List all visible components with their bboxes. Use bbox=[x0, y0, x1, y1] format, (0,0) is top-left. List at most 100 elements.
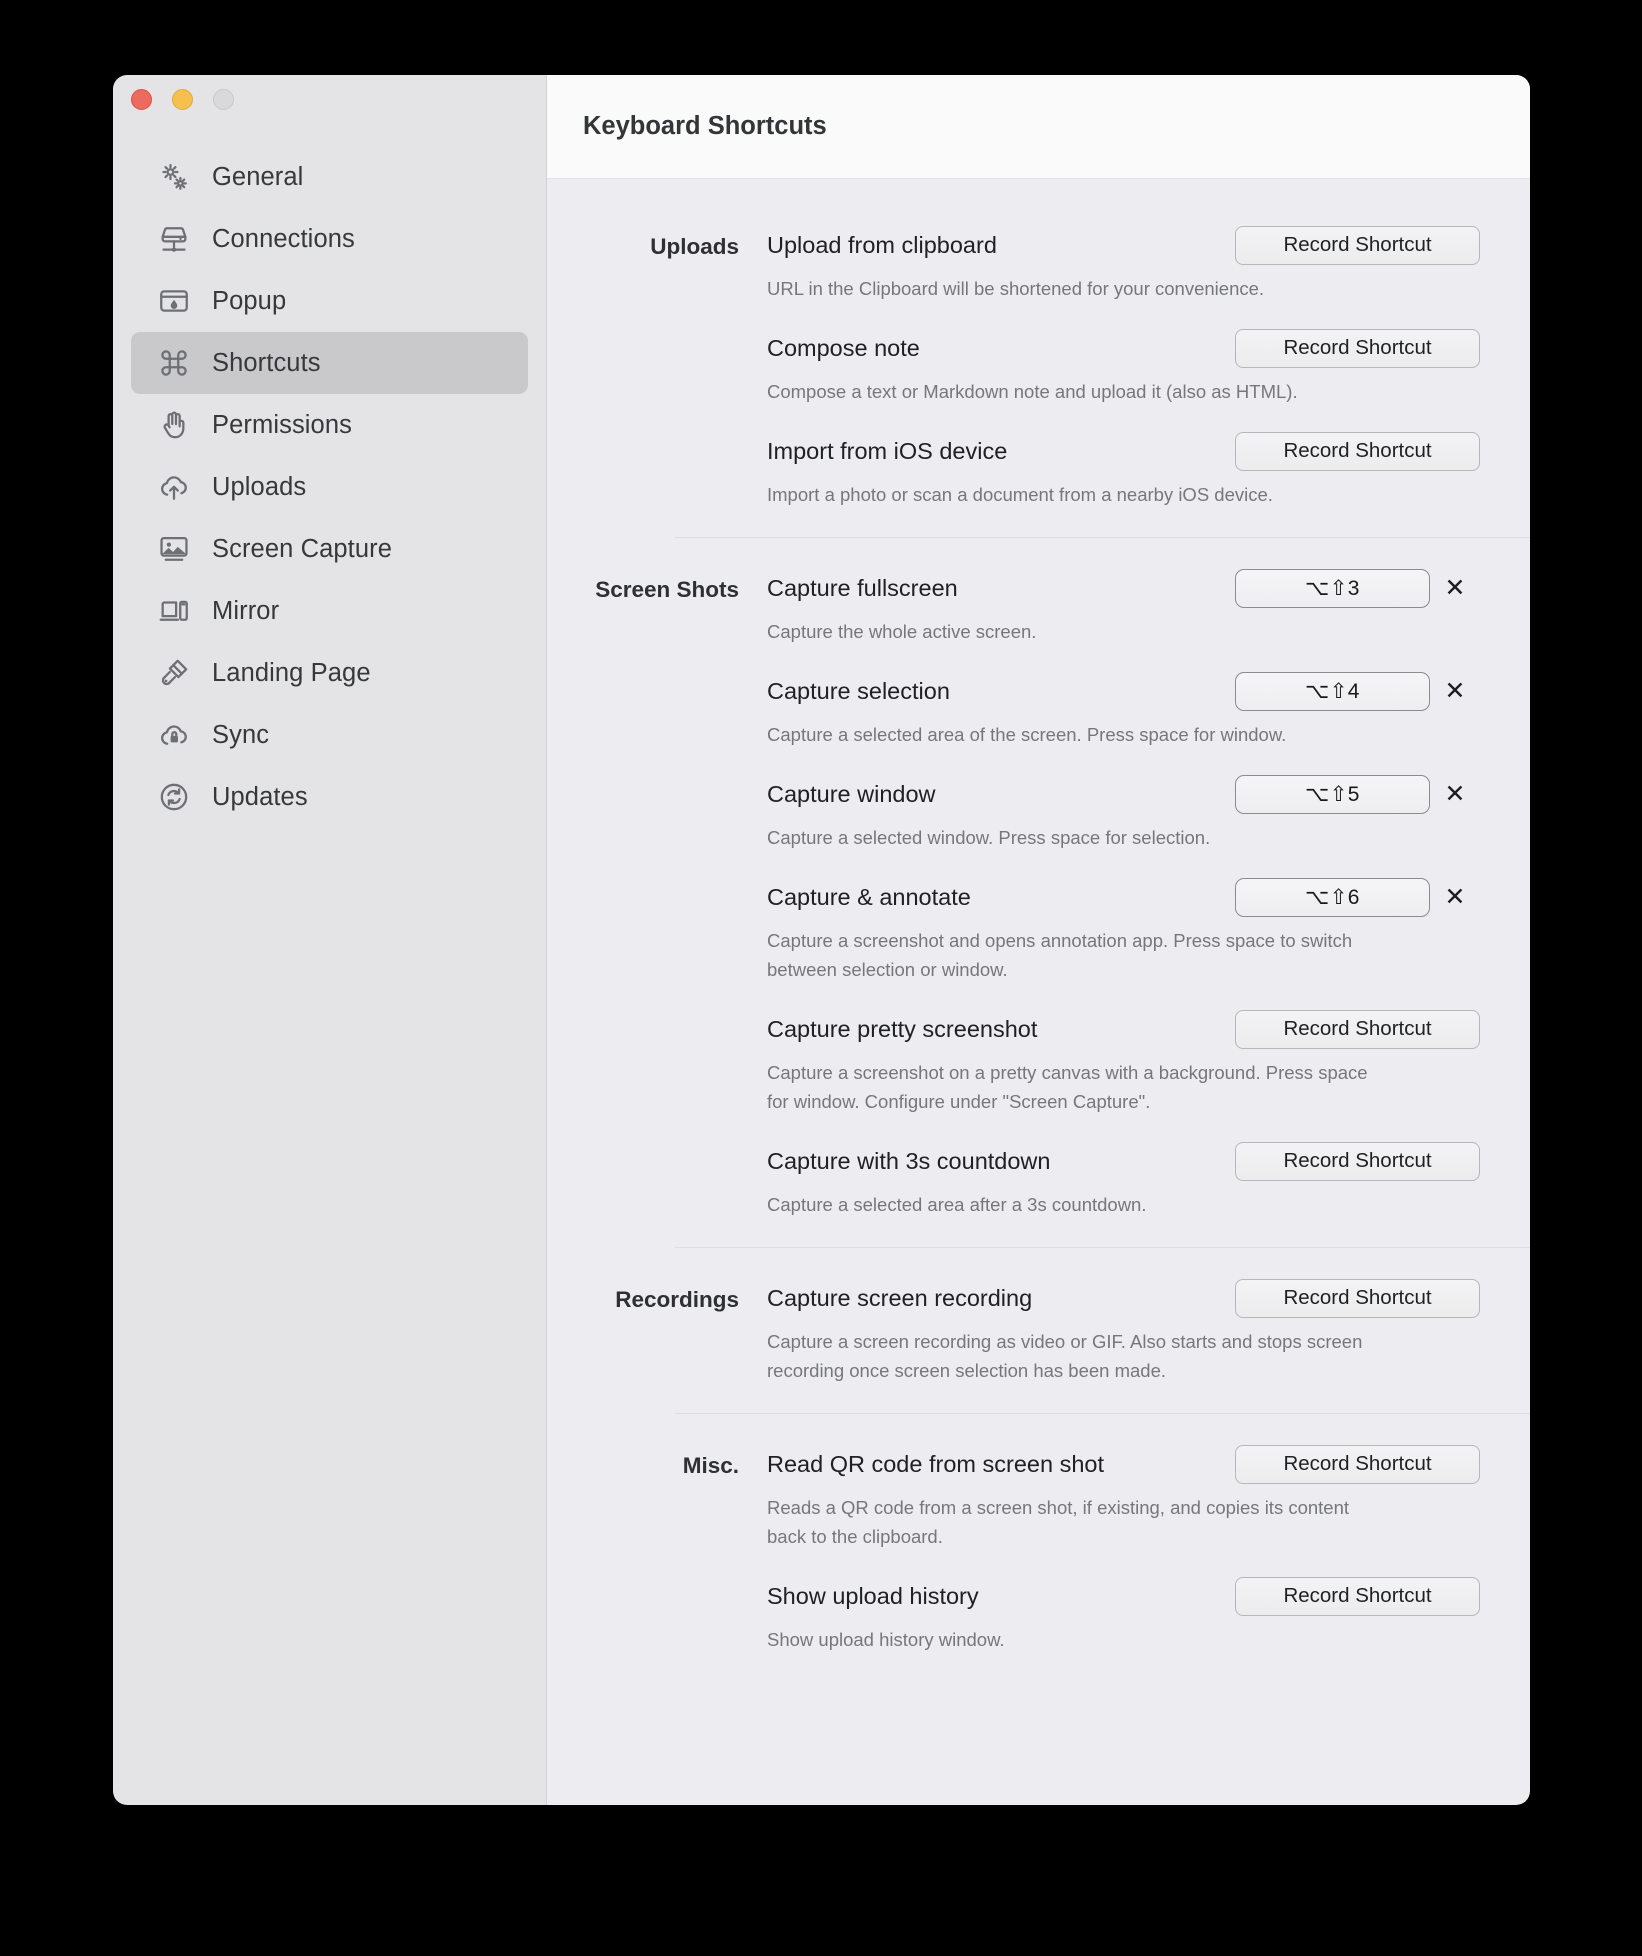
row-head: Capture screen recordingRecord Shortcut bbox=[767, 1278, 1480, 1318]
row-spacer bbox=[547, 303, 1486, 328]
record-shortcut-button[interactable]: Record Shortcut bbox=[1235, 1010, 1480, 1049]
sidebar-item-screen-capture[interactable]: Screen Capture bbox=[131, 518, 528, 580]
preferences-window: General Connections Popup ShortcutsPermissi… bbox=[113, 75, 1530, 1805]
titlebar: Keyboard Shortcuts bbox=[547, 75, 1530, 179]
shortcut-control: Record Shortcut bbox=[1235, 1577, 1480, 1616]
shortcut-key-badge[interactable]: ⌥⇧3 bbox=[1235, 569, 1430, 608]
group-label bbox=[577, 328, 767, 330]
row-body: Capture fullscreen⌥⇧3✕Capture the whole … bbox=[767, 568, 1486, 646]
sidebar-item-label: Popup bbox=[212, 287, 286, 316]
clear-shortcut-button[interactable]: ✕ bbox=[1430, 878, 1480, 917]
shortcuts-content: UploadsUpload from clipboard Record Short… bbox=[547, 179, 1530, 1805]
shortcut-title: Import from iOS device bbox=[767, 431, 1007, 471]
sidebar-item-label: General bbox=[212, 163, 303, 192]
shortcut-title: Capture with 3s countdown bbox=[767, 1141, 1050, 1181]
row-body: Capture selection⌥⇧4✕Capture a selected … bbox=[767, 671, 1486, 749]
shortcut-row: Capture & annotate⌥⇧6✕Capture a screensh… bbox=[547, 877, 1486, 984]
group-label bbox=[577, 1009, 767, 1011]
row-head: Capture window⌥⇧5✕ bbox=[767, 774, 1480, 814]
minimize-window-button[interactable] bbox=[172, 89, 193, 110]
sidebar: General Connections Popup ShortcutsPermissi… bbox=[113, 75, 547, 1805]
clear-shortcut-button[interactable]: ✕ bbox=[1430, 775, 1480, 814]
shortcut-control: Record Shortcut bbox=[1235, 1279, 1480, 1318]
zoom-window-button[interactable] bbox=[213, 89, 234, 110]
shortcut-key-badge[interactable]: ⌥⇧4 bbox=[1235, 672, 1430, 711]
shortcut-group: UploadsUpload from clipboard Record Short… bbox=[547, 225, 1530, 509]
shortcut-description: Compose a text or Markdown note and uplo… bbox=[767, 377, 1389, 406]
sidebar-item-label: Screen Capture bbox=[212, 535, 392, 564]
shortcut-title: Compose note bbox=[767, 328, 920, 368]
command-key-icon bbox=[157, 346, 191, 380]
close-window-button[interactable] bbox=[131, 89, 152, 110]
paintbrush-icon bbox=[157, 656, 191, 690]
row-body: Capture screen recordingRecord ShortcutC… bbox=[767, 1278, 1486, 1385]
row-spacer bbox=[547, 1116, 1486, 1141]
sidebar-item-sync[interactable]: Sync bbox=[131, 704, 528, 766]
shortcut-row: Show upload historyRecord ShortcutShow u… bbox=[547, 1576, 1486, 1654]
row-head: Capture pretty screenshotRecord Shortcut bbox=[767, 1009, 1480, 1049]
shortcut-row: Capture pretty screenshotRecord Shortcut… bbox=[547, 1009, 1486, 1116]
shortcut-description: Capture a selected area after a 3s count… bbox=[767, 1190, 1389, 1219]
row-spacer bbox=[547, 852, 1486, 877]
sidebar-item-mirror[interactable]: Mirror bbox=[131, 580, 528, 642]
record-shortcut-button[interactable]: Record Shortcut bbox=[1235, 329, 1480, 368]
sidebar-item-connections[interactable]: Connections bbox=[131, 208, 528, 270]
sidebar-nav: General Connections Popup ShortcutsPermissi… bbox=[113, 146, 546, 828]
row-body: Import from iOS device Record ShortcutImp… bbox=[767, 431, 1486, 509]
sidebar-item-uploads[interactable]: Uploads bbox=[131, 456, 528, 518]
row-head: Capture with 3s countdown Record Shortcut bbox=[767, 1141, 1480, 1181]
shortcut-control: ⌥⇧5✕ bbox=[1235, 775, 1480, 814]
group-label: Uploads bbox=[577, 225, 767, 267]
shortcut-group: Screen ShotsCapture fullscreen⌥⇧3✕Captur… bbox=[547, 568, 1530, 1219]
clear-shortcut-button[interactable]: ✕ bbox=[1430, 672, 1480, 711]
record-shortcut-button[interactable]: Record Shortcut bbox=[1235, 226, 1480, 265]
group-divider bbox=[675, 537, 1530, 538]
shortcut-description: Capture a screenshot on a pretty canvas … bbox=[767, 1058, 1389, 1116]
row-spacer bbox=[547, 406, 1486, 431]
shortcut-description: URL in the Clipboard will be shortened f… bbox=[767, 274, 1389, 303]
shortcut-title: Capture fullscreen bbox=[767, 568, 958, 608]
row-body: Capture & annotate⌥⇧6✕Capture a screensh… bbox=[767, 877, 1486, 984]
row-spacer bbox=[547, 1551, 1486, 1576]
shortcut-row: RecordingsCapture screen recordingRecord… bbox=[547, 1278, 1486, 1385]
shortcut-control: Record Shortcut bbox=[1235, 1142, 1480, 1181]
shortcut-row: Screen ShotsCapture fullscreen⌥⇧3✕Captur… bbox=[547, 568, 1486, 646]
group-label bbox=[577, 671, 767, 673]
record-shortcut-button[interactable]: Record Shortcut bbox=[1235, 1445, 1480, 1484]
sidebar-item-label: Landing Page bbox=[212, 659, 371, 688]
sidebar-item-permissions[interactable]: Permissions bbox=[131, 394, 528, 456]
sidebar-item-label: Uploads bbox=[212, 473, 306, 502]
shortcut-row: Capture with 3s countdown Record Shortcut… bbox=[547, 1141, 1486, 1219]
shortcut-title: Read QR code from screen shot bbox=[767, 1444, 1104, 1484]
shortcut-control: Record Shortcut bbox=[1235, 1010, 1480, 1049]
sidebar-item-updates[interactable]: Updates bbox=[131, 766, 528, 828]
shortcut-key-badge[interactable]: ⌥⇧6 bbox=[1235, 878, 1430, 917]
main-panel: Keyboard Shortcuts UploadsUpload from cl… bbox=[547, 75, 1530, 1805]
shortcut-title: Upload from clipboard bbox=[767, 225, 997, 265]
shortcut-key-badge[interactable]: ⌥⇧5 bbox=[1235, 775, 1430, 814]
shortcut-description: Capture a selected window. Press space f… bbox=[767, 823, 1389, 852]
shortcut-row: Import from iOS device Record ShortcutImp… bbox=[547, 431, 1486, 509]
record-shortcut-button[interactable]: Record Shortcut bbox=[1235, 1279, 1480, 1318]
row-body: Show upload historyRecord ShortcutShow u… bbox=[767, 1576, 1486, 1654]
clear-shortcut-button[interactable]: ✕ bbox=[1430, 569, 1480, 608]
sidebar-item-label: Updates bbox=[212, 783, 308, 812]
group-label: Misc. bbox=[577, 1444, 767, 1486]
record-shortcut-button[interactable]: Record Shortcut bbox=[1235, 432, 1480, 471]
shortcut-description: Reads a QR code from a screen shot, if e… bbox=[767, 1493, 1389, 1551]
sidebar-item-popup[interactable]: Popup bbox=[131, 270, 528, 332]
group-divider bbox=[675, 1247, 1530, 1248]
shortcut-control: Record Shortcut bbox=[1235, 226, 1480, 265]
record-shortcut-button[interactable]: Record Shortcut bbox=[1235, 1577, 1480, 1616]
row-head: Import from iOS device Record Shortcut bbox=[767, 431, 1480, 471]
server-icon bbox=[157, 222, 191, 256]
sidebar-item-landing-page[interactable]: Landing Page bbox=[131, 642, 528, 704]
record-shortcut-button[interactable]: Record Shortcut bbox=[1235, 1142, 1480, 1181]
shortcut-control: Record Shortcut bbox=[1235, 432, 1480, 471]
gears-icon bbox=[157, 160, 191, 194]
group-label: Screen Shots bbox=[577, 568, 767, 610]
sidebar-item-shortcuts[interactable]: Shortcuts bbox=[131, 332, 528, 394]
image-icon bbox=[157, 532, 191, 566]
sidebar-item-general[interactable]: General bbox=[131, 146, 528, 208]
group-label bbox=[577, 431, 767, 433]
